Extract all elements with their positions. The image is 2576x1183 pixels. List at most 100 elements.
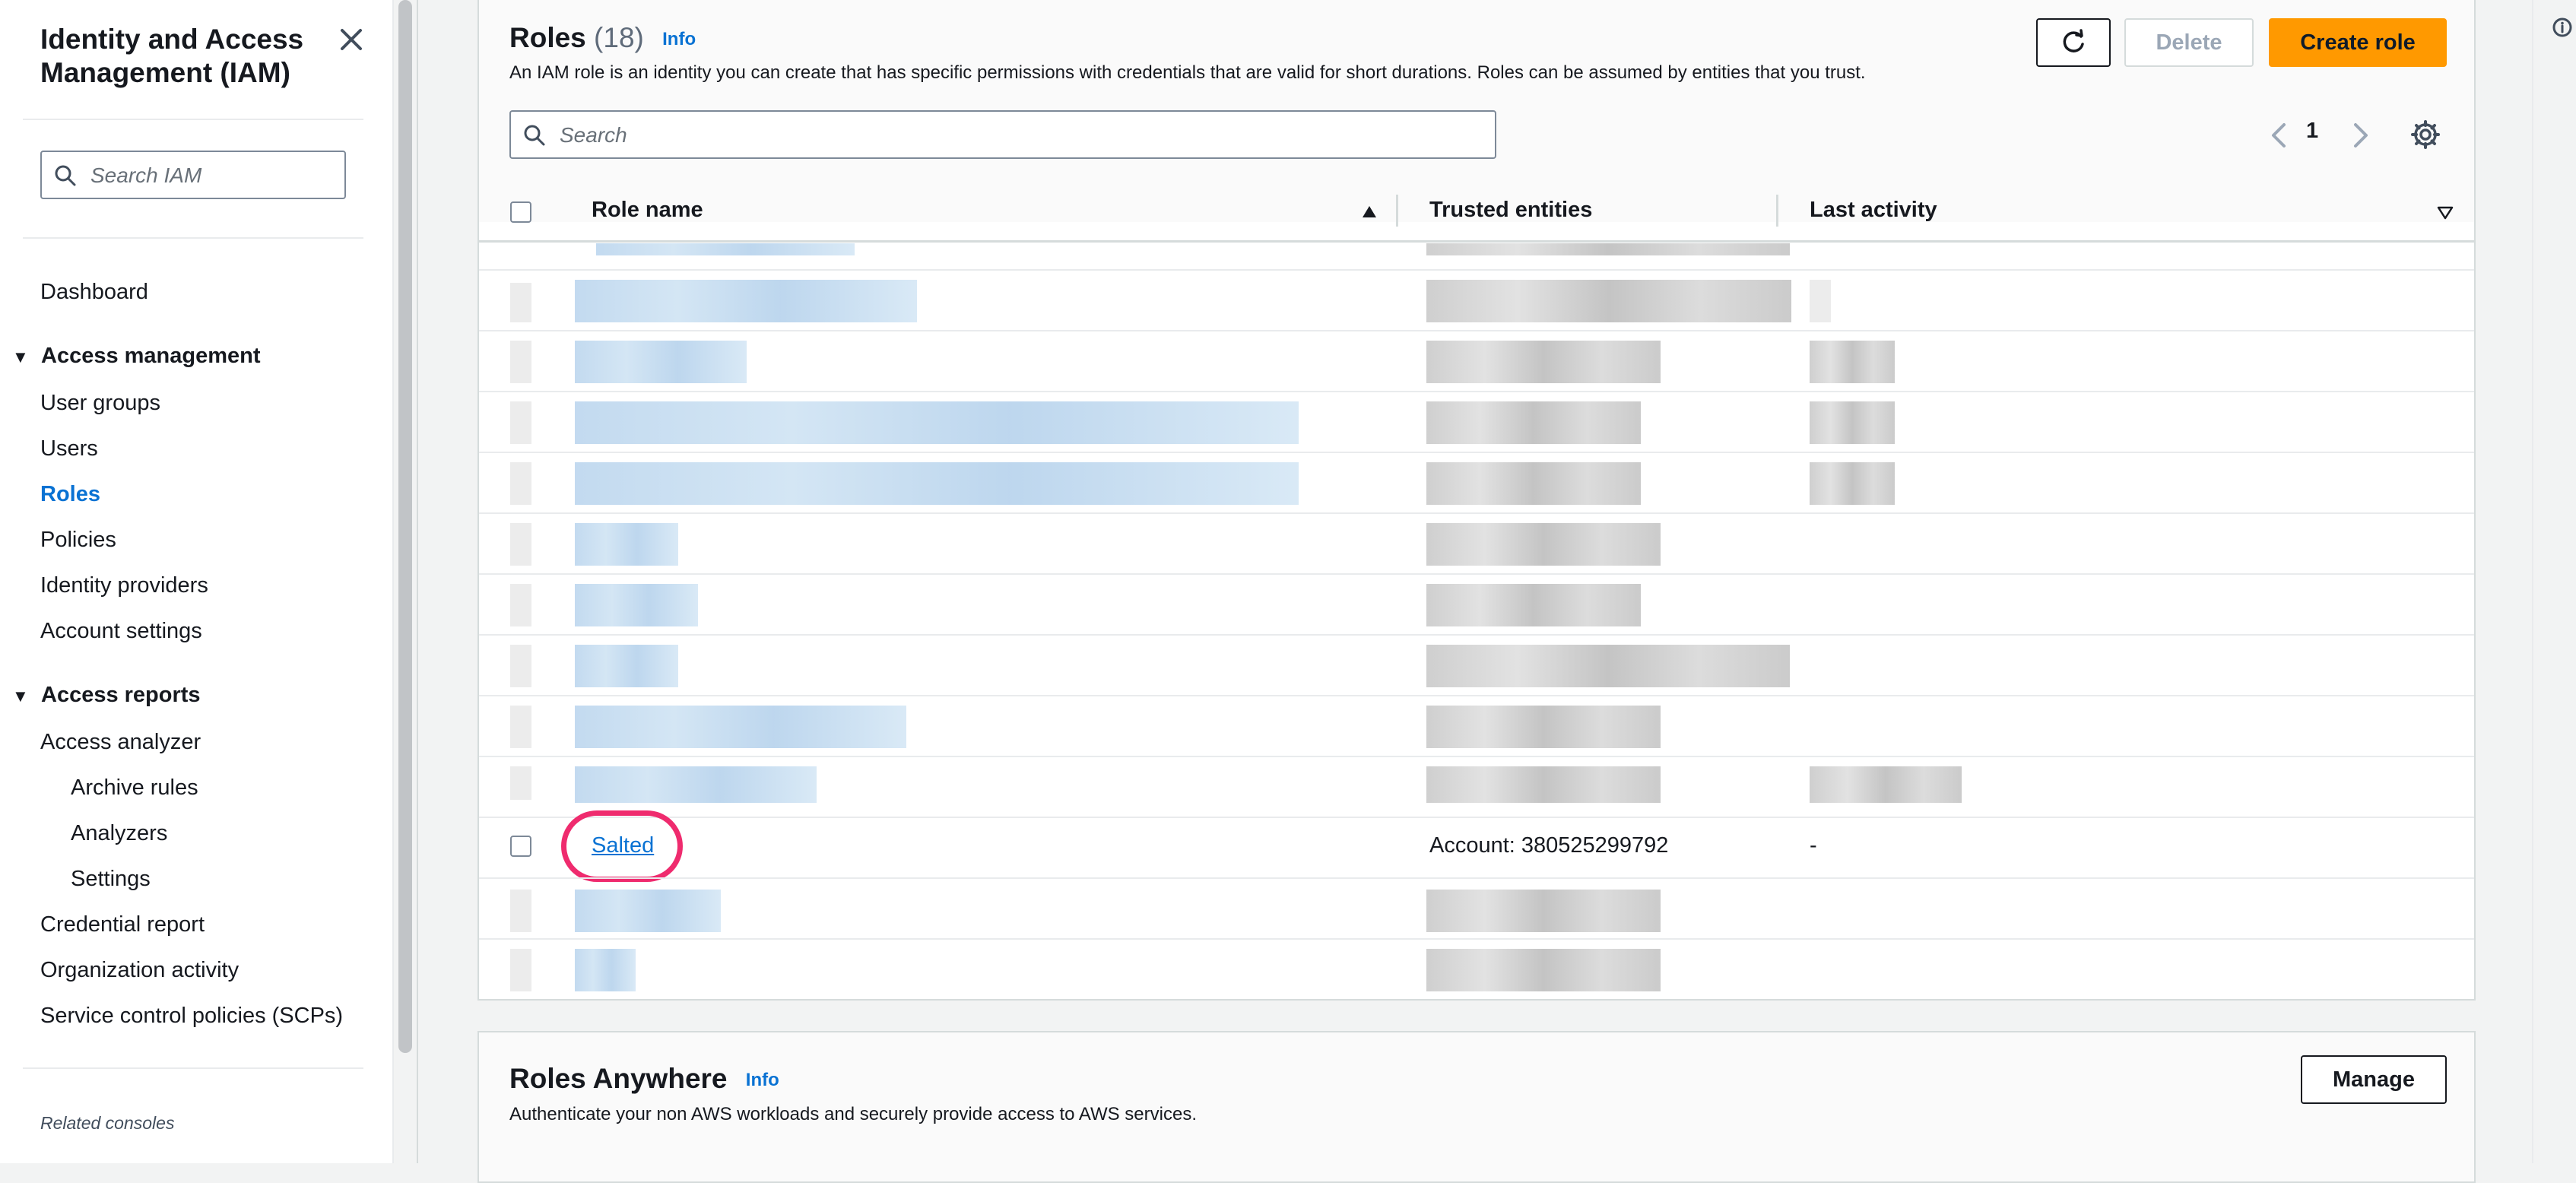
row-divider: [479, 817, 2474, 818]
redacted-role-name: [575, 523, 678, 566]
column-resizer[interactable]: [1396, 195, 1398, 227]
sidebar-item-policies[interactable]: Policies: [40, 526, 116, 553]
roles-search[interactable]: [509, 110, 1496, 159]
redacted-role-name: [575, 766, 817, 803]
close-icon[interactable]: [335, 23, 368, 56]
last-activity-cell: -: [1810, 833, 1817, 858]
roles-search-input[interactable]: [558, 116, 1474, 154]
info-link[interactable]: Info: [746, 1070, 779, 1090]
redacted-last-activity: [1810, 280, 1831, 322]
divider: [23, 119, 363, 120]
row-divider: [479, 938, 2474, 940]
row-divider: [479, 269, 2474, 271]
info-icon[interactable]: [2552, 17, 2573, 38]
sidebar-item-roles[interactable]: Roles: [40, 480, 100, 508]
right-panel-divider: [2532, 0, 2533, 1163]
related-consoles-heading: Related consoles: [40, 1113, 175, 1133]
redacted-role-name: [575, 645, 678, 687]
column-header-role-name[interactable]: Role name: [592, 198, 703, 223]
row-divider: [479, 512, 2474, 514]
roles-anywhere-panel: Roles Anywhere Info Authenticate your no…: [477, 1031, 2476, 1183]
divider: [23, 1067, 363, 1069]
redacted-checkbox: [510, 341, 531, 383]
sidebar-item-analyzers[interactable]: Analyzers: [71, 820, 167, 847]
sidebar-item-user-groups[interactable]: User groups: [40, 389, 160, 417]
sidebar-title: Identity and Access Management (IAM): [40, 24, 304, 88]
redacted-trusted-entity: [1426, 584, 1641, 626]
row-checkbox[interactable]: [510, 836, 531, 857]
roles-anywhere-description: Authenticate your non AWS workloads and …: [509, 1104, 1197, 1124]
sidebar-item-settings[interactable]: Settings: [71, 865, 151, 893]
redacted-trusted-entity: [1426, 401, 1641, 444]
redacted-role-name: [575, 949, 636, 991]
sidebar-item-archive-rules[interactable]: Archive rules: [71, 774, 198, 801]
roles-description: An IAM role is an identity you can creat…: [509, 62, 1866, 83]
delete-button[interactable]: Delete: [2124, 18, 2254, 67]
info-link[interactable]: Info: [662, 29, 696, 49]
redacted-checkbox: [510, 283, 531, 322]
column-header-last-activity[interactable]: Last activity: [1810, 198, 1937, 223]
sidebar-item-users[interactable]: Users: [40, 435, 98, 462]
redacted-role-name: [575, 341, 747, 383]
redacted-last-activity: [1810, 401, 1895, 444]
column-resizer[interactable]: [1776, 195, 1778, 227]
row-divider: [479, 634, 2474, 636]
redacted-last-activity: [1810, 766, 1962, 803]
sidebar-item-identity-providers[interactable]: Identity providers: [40, 572, 208, 599]
search-iam-input[interactable]: [89, 157, 335, 195]
redacted-checkbox: [510, 645, 531, 687]
section-access-reports[interactable]: ▼ Access reports: [12, 681, 201, 710]
search-icon: [55, 165, 76, 186]
chevron-right-icon[interactable]: [2348, 120, 2374, 151]
redacted-checkbox: [510, 523, 531, 566]
sidebar-item-credential-report[interactable]: Credential report: [40, 911, 205, 938]
refresh-button[interactable]: [2036, 18, 2111, 67]
manage-button[interactable]: Manage: [2301, 1055, 2447, 1104]
row-divider: [479, 452, 2474, 453]
row-divider: [479, 877, 2474, 879]
redacted-trusted-entity: [1426, 523, 1661, 566]
page-title: Roles (18) Info: [509, 21, 696, 56]
row-divider: [479, 695, 2474, 696]
section-label: Access management: [41, 344, 261, 368]
sidebar-item-access-analyzer[interactable]: Access analyzer: [40, 728, 201, 756]
redacted-trusted-entity: [1426, 243, 1790, 255]
redacted-role-name: [575, 401, 1299, 444]
sidebar-search[interactable]: [40, 151, 346, 199]
redacted-checkbox: [510, 766, 531, 800]
redacted-role-name: [575, 584, 698, 626]
sidebar-item-scps[interactable]: Service control policies (SCPs): [40, 1002, 343, 1029]
redacted-role-name: [575, 890, 721, 932]
refresh-icon: [2063, 29, 2084, 52]
section-label: Access reports: [41, 683, 201, 707]
table-header-border: [479, 240, 2474, 243]
gear-icon[interactable]: [2409, 119, 2441, 151]
caret-down-icon[interactable]: [2436, 205, 2454, 220]
redacted-trusted-entity: [1426, 341, 1661, 383]
sidebar-item-organization-activity[interactable]: Organization activity: [40, 956, 239, 984]
redacted-role-name: [575, 280, 917, 322]
page-number[interactable]: 1: [2306, 119, 2318, 144]
sidebar-item-dashboard[interactable]: Dashboard: [40, 278, 148, 306]
section-access-management[interactable]: ▼ Access management: [12, 342, 261, 371]
sidebar-item-account-settings[interactable]: Account settings: [40, 617, 202, 645]
sort-ascending-icon[interactable]: [1361, 204, 1378, 220]
redacted-checkbox: [510, 706, 531, 748]
roles-anywhere-heading: Roles Anywhere Info: [509, 1063, 779, 1095]
sidebar-scrollbar-thumb[interactable]: [398, 0, 412, 1053]
trusted-entities-cell: Account: 380525299792: [1429, 833, 1669, 858]
redacted-role-name: [575, 706, 906, 748]
divider: [23, 237, 363, 239]
redacted-last-activity: [1810, 462, 1895, 505]
create-role-button[interactable]: Create role: [2269, 18, 2447, 67]
redacted-role-name: [596, 243, 855, 255]
row-divider: [479, 756, 2474, 757]
caret-down-icon: ▼: [12, 347, 29, 366]
redacted-trusted-entity: [1426, 706, 1661, 748]
redacted-trusted-entity: [1426, 890, 1661, 932]
chevron-left-icon[interactable]: [2266, 120, 2292, 151]
row-divider: [479, 573, 2474, 575]
select-all-checkbox[interactable]: [510, 201, 531, 223]
redacted-checkbox: [510, 462, 531, 505]
column-header-trusted-entities[interactable]: Trusted entities: [1429, 198, 1592, 223]
